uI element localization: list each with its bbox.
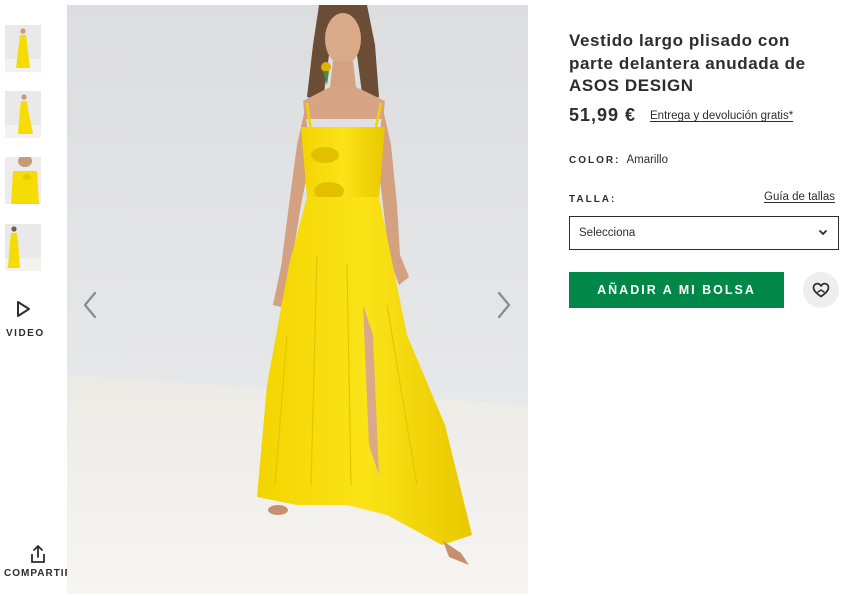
thumbnail-2[interactable] [5,91,41,138]
share-label: COMPARTIR [4,568,73,579]
add-to-bag-button[interactable]: AÑADIR A MI BOLSA [569,272,784,308]
color-value: Amarillo [626,154,668,166]
color-row: COLOR: Amarillo [569,154,668,166]
free-delivery-link[interactable]: Entrega y devolución gratis* [650,110,793,122]
next-image-arrow[interactable] [491,287,517,323]
dress-thumbnail-image [5,91,41,138]
dress-thumbnail-image [5,224,41,271]
size-label: TALLA: [569,194,617,205]
product-price: 51,99 € [569,105,637,125]
dress-photo [67,5,528,594]
main-product-image [67,5,528,594]
play-icon [17,301,30,317]
thumbnail-1[interactable] [5,25,41,72]
color-label: COLOR: [569,155,621,166]
size-select-value: Selecciona [579,227,636,239]
size-select[interactable]: Selecciona [569,216,839,250]
heart-icon [812,282,830,298]
thumbnail-3[interactable] [5,157,41,204]
save-to-wishlist-button[interactable] [803,272,839,308]
dress-thumbnail-image [5,157,41,204]
share-icon [31,545,45,563]
share-button[interactable]: COMPARTIR [3,544,72,584]
video-button[interactable]: VIDEO [4,298,46,344]
chevron-left-icon [83,291,97,319]
video-label: VIDEO [6,328,45,339]
previous-image-arrow[interactable] [77,287,103,323]
dress-thumbnail-image [5,25,41,72]
thumbnail-4[interactable] [5,224,41,271]
chevron-right-icon [497,291,511,319]
size-guide-link[interactable]: Guía de tallas [764,191,835,203]
price-row: 51,99 € Entrega y devolución gratis* [569,105,849,129]
product-title: Vestido largo plisado con parte delanter… [569,31,806,95]
thumbnail-column: VIDEO COMPARTIR [0,0,72,596]
chevron-down-icon [819,230,827,235]
